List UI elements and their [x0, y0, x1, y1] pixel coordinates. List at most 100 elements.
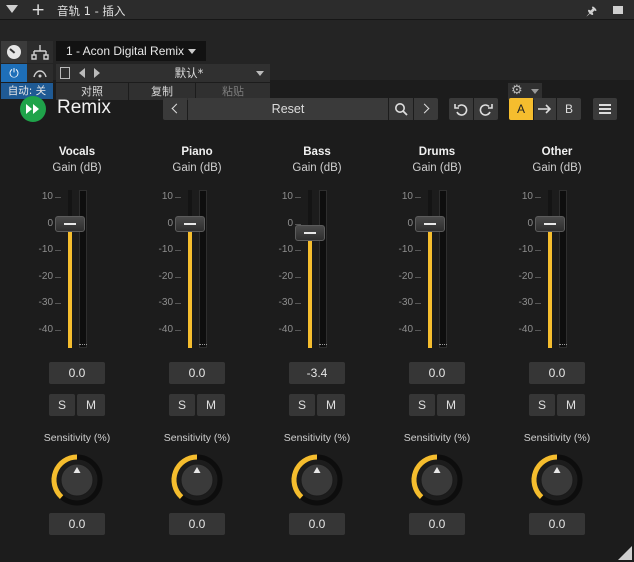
power-icon[interactable]: ⏻ [1, 64, 27, 82]
gain-scale-label: -40 [398, 324, 413, 335]
sensitivity-label: Sensitivity (%) [283, 432, 351, 444]
sensitivity-value-field[interactable]: 0.0 [529, 513, 585, 535]
menu-icon[interactable] [593, 98, 617, 120]
arrow-right-icon[interactable] [534, 98, 556, 120]
next-preset-icon[interactable] [94, 68, 100, 78]
sensitivity-knob[interactable] [170, 453, 224, 507]
redo-icon[interactable] [474, 98, 498, 120]
channel-strip: Drums Gain (dB) 10 0 -10 -20 -30 -40 0.0 S M … [377, 140, 497, 540]
sensitivity-knob[interactable] [410, 453, 464, 507]
mute-button[interactable]: M [437, 394, 465, 416]
sensitivity-knob[interactable] [290, 453, 344, 507]
routing-icon[interactable] [27, 41, 53, 63]
solo-button[interactable]: S [169, 394, 195, 416]
channel-gain-label: Gain (dB) [52, 162, 102, 174]
host-preset-name[interactable]: 默认* [108, 64, 270, 82]
plugin-slot-selector[interactable]: 1 - Acon Digital Remix [56, 41, 206, 61]
close-icon[interactable] [613, 6, 623, 14]
channel-gain-label: Gain (dB) [532, 162, 582, 174]
channel-name: Bass [303, 146, 331, 158]
dropdown-arrow-icon[interactable] [6, 5, 18, 13]
solo-button[interactable]: S [409, 394, 435, 416]
gain-scale-tick [295, 276, 301, 278]
undo-icon[interactable] [449, 98, 473, 120]
gain-scale-label: -40 [158, 324, 173, 335]
gain-scale-label: 10 [281, 191, 293, 202]
gain-fader-handle[interactable] [175, 215, 205, 232]
meter-peak-marker [199, 344, 207, 347]
channel-strip: Bass Gain (dB) 10 0 -10 -20 -30 -40 -3.4 S M … [257, 140, 377, 540]
sensitivity-value-field[interactable]: 0.0 [49, 513, 105, 535]
meter-peak-marker [79, 344, 87, 347]
chevron-left-icon [171, 103, 182, 114]
chevron-down-icon[interactable] [256, 71, 264, 76]
mute-button[interactable]: M [197, 394, 225, 416]
plugin-knob-icon[interactable] [1, 41, 27, 63]
gain-scale-label: -20 [518, 270, 533, 282]
ab-a-button[interactable]: A [509, 98, 533, 120]
mute-button[interactable]: M [77, 394, 105, 416]
gain-value-field[interactable]: 0.0 [49, 362, 105, 384]
gain-scale-tick [175, 250, 181, 252]
gain-scale-tick [295, 303, 301, 305]
sensitivity-label: Sensitivity (%) [403, 432, 471, 444]
gain-scale-tick [415, 330, 421, 331]
channel-gain-label: Gain (dB) [292, 162, 342, 174]
gain-scale-label: 0 [167, 217, 173, 229]
sensitivity-label: Sensitivity (%) [523, 432, 591, 444]
channel-gain-label: Gain (dB) [412, 162, 462, 174]
search-icon[interactable] [389, 98, 413, 120]
sensitivity-value-field[interactable]: 0.0 [409, 513, 465, 535]
gain-scale-tick [535, 197, 541, 198]
channel-name: Other [541, 146, 573, 158]
gain-scale-tick [535, 303, 541, 305]
gain-value-field[interactable]: 0.0 [529, 362, 585, 384]
solo-button[interactable]: S [289, 394, 315, 416]
gain-scale-label: 10 [161, 191, 173, 202]
gain-scale-label: -30 [38, 297, 53, 309]
solo-button[interactable]: S [49, 394, 75, 416]
preset-selector[interactable]: Reset [188, 98, 388, 120]
gain-scale-label: -20 [38, 270, 53, 282]
sensitivity-label: Sensitivity (%) [43, 432, 111, 444]
solo-button[interactable]: S [529, 394, 555, 416]
plugin-title: Remix [57, 97, 111, 118]
gain-scale-label: 0 [407, 217, 413, 229]
sensitivity-value-field[interactable]: 0.0 [169, 513, 225, 535]
meter-peak-marker [319, 344, 327, 347]
next-preset-button[interactable] [414, 98, 438, 120]
gain-scale-tick [535, 276, 541, 278]
gain-scale-tick [55, 276, 61, 278]
gain-scale-tick [55, 250, 61, 252]
mute-button[interactable]: M [557, 394, 585, 416]
gain-fader-handle[interactable] [295, 224, 325, 241]
ab-b-button[interactable]: B [557, 98, 581, 120]
automation-icon[interactable] [27, 64, 53, 82]
chevron-down-icon [188, 49, 196, 54]
gain-fader-handle[interactable] [415, 215, 445, 232]
gain-fader-handle[interactable] [535, 215, 565, 232]
mute-button[interactable]: M [317, 394, 345, 416]
previous-preset-button[interactable] [163, 98, 187, 120]
sensitivity-knob[interactable] [50, 453, 104, 507]
gain-fader-handle[interactable] [55, 215, 85, 232]
sensitivity-value-field[interactable]: 0.0 [289, 513, 345, 535]
resize-grip-icon[interactable] [618, 546, 632, 560]
gain-scale-tick [175, 303, 181, 305]
gain-scale-tick [55, 197, 61, 198]
sensitivity-knob[interactable] [530, 453, 584, 507]
gain-value-field[interactable]: -3.4 [289, 362, 345, 384]
previous-preset-icon[interactable] [79, 68, 85, 78]
level-meter [319, 190, 327, 348]
fader-level-fill [68, 231, 72, 348]
meter-peak-marker [439, 344, 447, 347]
channel-name: Piano [181, 146, 213, 158]
gain-value-field[interactable]: 0.0 [169, 362, 225, 384]
gain-scale-label: -20 [158, 270, 173, 282]
plus-icon[interactable]: + [31, 1, 45, 19]
gain-scale-label: 10 [401, 191, 413, 202]
gain-scale-label: 10 [521, 191, 533, 202]
gain-value-field[interactable]: 0.0 [409, 362, 465, 384]
gain-scale-tick [175, 330, 181, 331]
save-preset-icon[interactable] [60, 67, 70, 79]
